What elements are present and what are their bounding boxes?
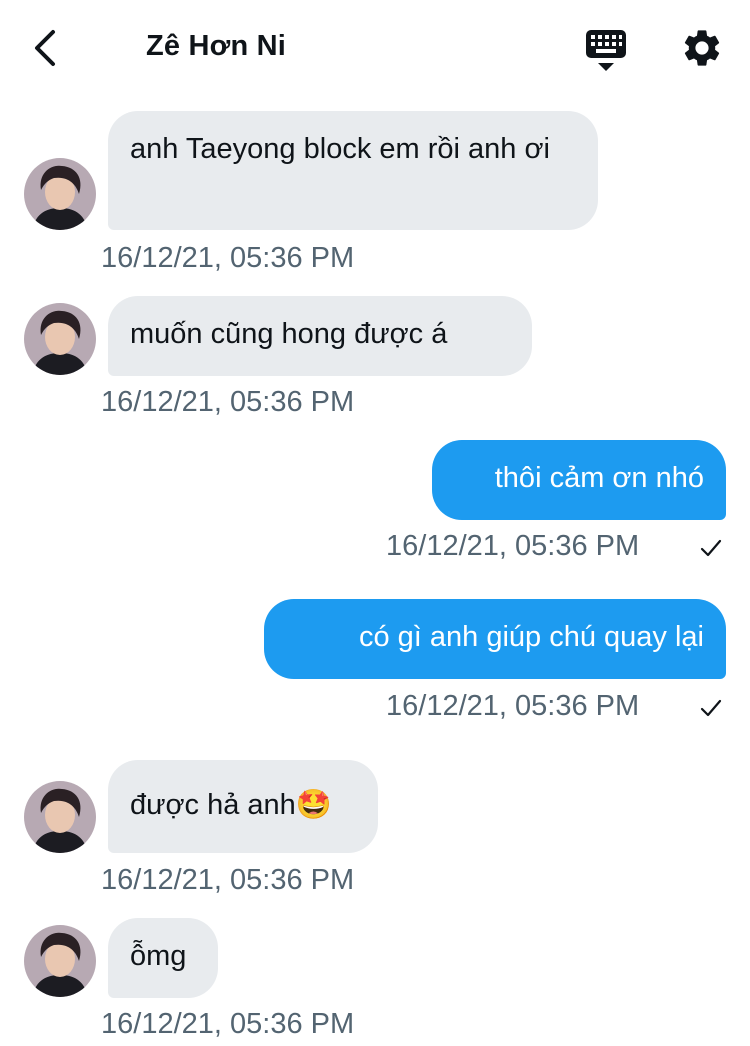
message-timestamp: 16/12/21, 05:36 PM (101, 1008, 355, 1040)
keyboard-button[interactable] (584, 26, 628, 72)
gear-icon (684, 30, 720, 66)
avatar-photo (24, 303, 96, 375)
message-timestamp: 16/12/21, 05:36 PM (101, 242, 355, 274)
message-timestamp: 16/12/21, 05:36 PM (101, 386, 355, 418)
keyboard-icon (586, 30, 626, 71)
message-bubble-incoming[interactable]: ỗmg (108, 918, 218, 998)
message-text: anh Taeyong block em rồi anh ơi (130, 133, 550, 165)
check-icon (700, 539, 722, 557)
conversation-title[interactable]: Zê Hơn Ni (146, 30, 286, 63)
settings-button[interactable] (680, 26, 724, 70)
message-timestamp: 16/12/21, 05:36 PM (386, 690, 640, 722)
back-button[interactable] (26, 26, 66, 70)
avatar[interactable] (24, 303, 96, 375)
avatar-photo (24, 781, 96, 853)
message-bubble-outgoing[interactable]: có gì anh giúp chú quay lại (264, 599, 726, 679)
message-text: có gì anh giúp chú quay lại (358, 621, 704, 653)
chevron-left-icon (35, 30, 55, 66)
avatar-photo (24, 925, 96, 997)
message-text: ỗmg (130, 940, 187, 972)
message-bubble-incoming[interactable]: muốn cũng hong được á (108, 296, 532, 376)
check-icon (700, 699, 722, 717)
message-bubble-incoming[interactable]: anh Taeyong block em rồi anh ơi (108, 111, 598, 230)
avatar[interactable] (24, 158, 96, 230)
message-text: được hả anh🤩 (130, 789, 332, 821)
message-timestamp: 16/12/21, 05:36 PM (386, 530, 640, 562)
avatar-photo (24, 158, 96, 230)
message-timestamp: 16/12/21, 05:36 PM (101, 864, 355, 896)
message-text: thôi cảm ơn nhó (494, 462, 704, 494)
message-bubble-incoming[interactable]: được hả anh🤩 (108, 760, 378, 853)
message-text: muốn cũng hong được á (130, 318, 448, 350)
message-bubble-outgoing[interactable]: thôi cảm ơn nhó (432, 440, 726, 520)
avatar[interactable] (24, 781, 96, 853)
avatar[interactable] (24, 925, 96, 997)
conversation-header: Zê Hơn Ni (0, 0, 750, 96)
